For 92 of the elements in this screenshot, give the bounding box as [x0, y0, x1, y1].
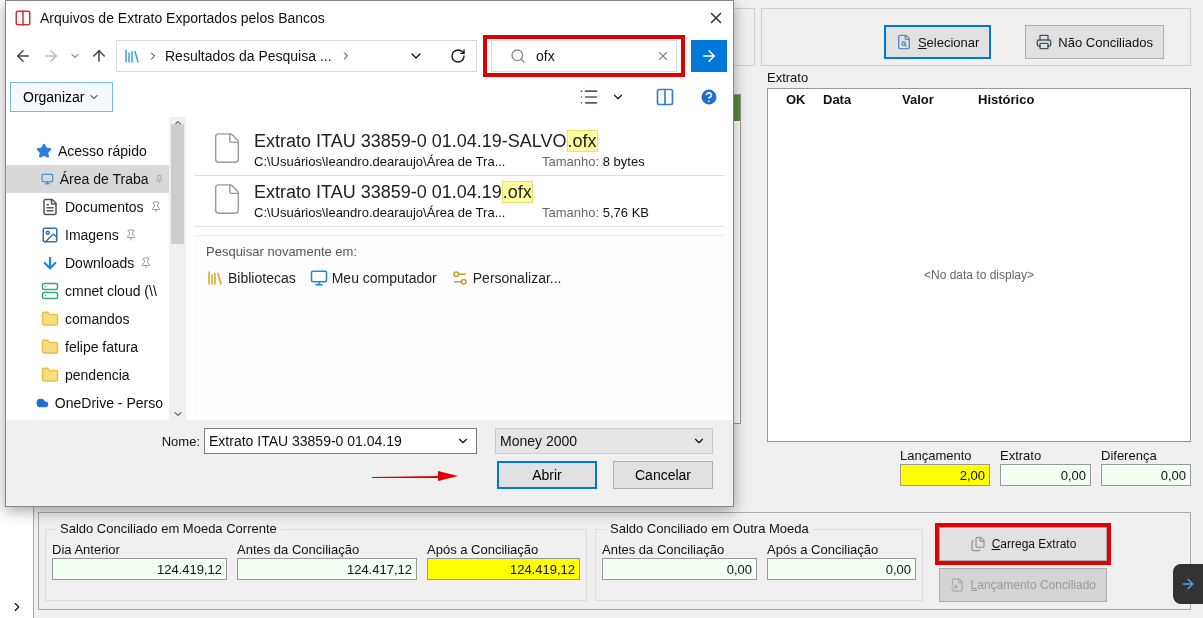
download-icon — [41, 254, 59, 272]
action-button[interactable]: Carrega Extrato — [939, 527, 1107, 561]
customize-icon — [450, 269, 469, 287]
window-title: Arquivos de Extrato Exportados pelos Bancos — [40, 10, 326, 26]
pin-icon — [140, 257, 153, 269]
amount-field[interactable]: 0,00 — [602, 558, 757, 580]
star-icon — [36, 143, 52, 159]
folder-icon — [41, 310, 59, 328]
sidebar-item[interactable]: Acesso rápido — [6, 137, 169, 165]
file-size: 8 bytes — [602, 154, 645, 169]
search-location-link[interactable]: Meu computador — [309, 269, 437, 287]
arrow-icon — [700, 47, 718, 65]
sidebar-item[interactable]: OneDrive - Perso — [6, 389, 169, 417]
folder-icon — [41, 338, 59, 356]
amount-field[interactable]: 0,00 — [1101, 464, 1191, 486]
document-search-icon — [895, 34, 912, 50]
image-icon — [41, 226, 59, 244]
field-label: Após a Conciliação — [427, 542, 540, 557]
field-label: Antes da Conciliação — [237, 542, 361, 557]
column-header: OK — [785, 91, 807, 107]
server-icon — [41, 282, 59, 300]
file-path: C:\Usuários\leandro.dearaujo\Área de Tra... — [254, 154, 507, 169]
sidebar-item[interactable]: comandos — [6, 305, 169, 333]
toolbar-button[interactable]: Selecionar — [883, 25, 992, 59]
documents-icon — [969, 536, 986, 552]
search-location-link[interactable]: Bibliotecas — [206, 269, 296, 287]
document-icon — [41, 198, 59, 216]
go-button[interactable] — [691, 40, 727, 72]
sidebar-item[interactable]: felipe fatura — [6, 333, 169, 361]
column-header: Data — [822, 91, 853, 107]
statement-title: Extrato — [767, 70, 810, 85]
column-header: Valor — [901, 91, 935, 107]
field-label: Lançamento — [900, 448, 973, 463]
refresh-icon[interactable] — [450, 48, 466, 64]
toolbar-button[interactable]: Não Conciliados — [1025, 25, 1164, 59]
empty-message: <No data to display> — [923, 268, 1035, 282]
address-bar[interactable]: Resultados da Pesquisa ... — [116, 40, 477, 72]
pin-icon — [149, 201, 162, 213]
preview-pane-icon[interactable] — [655, 87, 675, 107]
dialog-button[interactable]: Abrir — [497, 461, 597, 489]
field-label: Diferença — [1101, 448, 1158, 463]
group-title: Saldo Conciliado em Moeda Corrente — [56, 521, 281, 536]
scrollbar-thumb[interactable] — [171, 123, 184, 244]
column-header: Histórico — [977, 91, 1036, 107]
sidebar-item[interactable]: cmnet cloud (\\ — [6, 277, 169, 305]
organize-button[interactable]: Organizar — [10, 82, 114, 112]
group-title: Saldo Conciliado em Outra Moeda — [606, 521, 813, 536]
field-label: Dia Anterior — [52, 542, 121, 557]
search-result[interactable]: Extrato ITAU 33859-0 01.04.19.ofx C:\Usuários\leandro.dearaujo\Área de Tra... Tamanho: 5,76 KB — [194, 176, 725, 227]
window-icon — [14, 9, 32, 27]
file-type-select[interactable]: Money 2000 — [495, 428, 713, 454]
printer-icon — [1036, 34, 1053, 50]
file-name: Extrato ITAU 33859-0 01.04.19-SALVO.ofx — [254, 131, 599, 152]
amount-field[interactable]: 0,00 — [767, 558, 916, 580]
search-icon — [510, 48, 526, 64]
help-icon[interactable] — [699, 87, 719, 107]
sidebar-item[interactable]: Documentos — [6, 193, 169, 221]
file-name: Extrato ITAU 33859-0 01.04.19.ofx — [254, 182, 534, 203]
search-field[interactable]: ofx — [491, 40, 677, 72]
field-label: Após a Conciliação — [767, 542, 880, 557]
file-size: 5,76 KB — [602, 205, 649, 220]
amount-field[interactable]: 124.419,12 — [427, 558, 580, 580]
document-arrow-icon — [950, 577, 965, 593]
breadcrumb[interactable]: Resultados da Pesquisa ... — [165, 48, 334, 64]
sidebar-item[interactable]: Downloads — [6, 249, 169, 277]
pin-icon — [154, 173, 163, 185]
pin-icon — [124, 229, 137, 241]
size-label: Tamanho: — [542, 205, 600, 220]
clear-icon[interactable] — [656, 49, 670, 63]
search-location-link[interactable]: Personalizar... — [450, 269, 562, 287]
sidebar-item[interactable]: Imagens — [6, 221, 169, 249]
library-icon — [206, 269, 224, 287]
amount-field[interactable]: 2,00 — [900, 464, 990, 486]
field-label: Nome: — [161, 433, 200, 449]
sidebar-item[interactable]: Área de Traba — [6, 165, 169, 193]
library-icon — [123, 47, 141, 65]
file-path: C:\Usuários\leandro.dearaujo\Área de Tra... — [254, 205, 507, 220]
search-result[interactable]: Extrato ITAU 33859-0 01.04.19-SALVO.ofx C:\Usuários\leandro.dearaujo\Área de Tra... Tamanho: 8 bytes — [194, 125, 725, 176]
amount-field[interactable]: 124.417,12 — [237, 558, 417, 580]
dialog-button[interactable]: Cancelar — [613, 461, 713, 489]
view-icon[interactable] — [579, 87, 599, 107]
sidebar-item[interactable]: pendencia — [6, 361, 169, 389]
amount-field[interactable]: 0,00 — [1000, 464, 1091, 486]
amount-field[interactable]: 124.419,12 — [52, 558, 227, 580]
search-again-label: Pesquisar novamente em: — [206, 244, 359, 259]
field-label: Antes da Conciliação — [602, 542, 726, 557]
file-name-field[interactable]: Extrato ITAU 33859-0 01.04.19 — [204, 428, 477, 454]
size-label: Tamanho: — [542, 154, 600, 169]
computer-icon — [309, 269, 328, 287]
folder-icon — [41, 366, 59, 384]
field-label: Extrato — [1000, 448, 1043, 463]
remote-control-icon[interactable] — [1173, 564, 1203, 604]
